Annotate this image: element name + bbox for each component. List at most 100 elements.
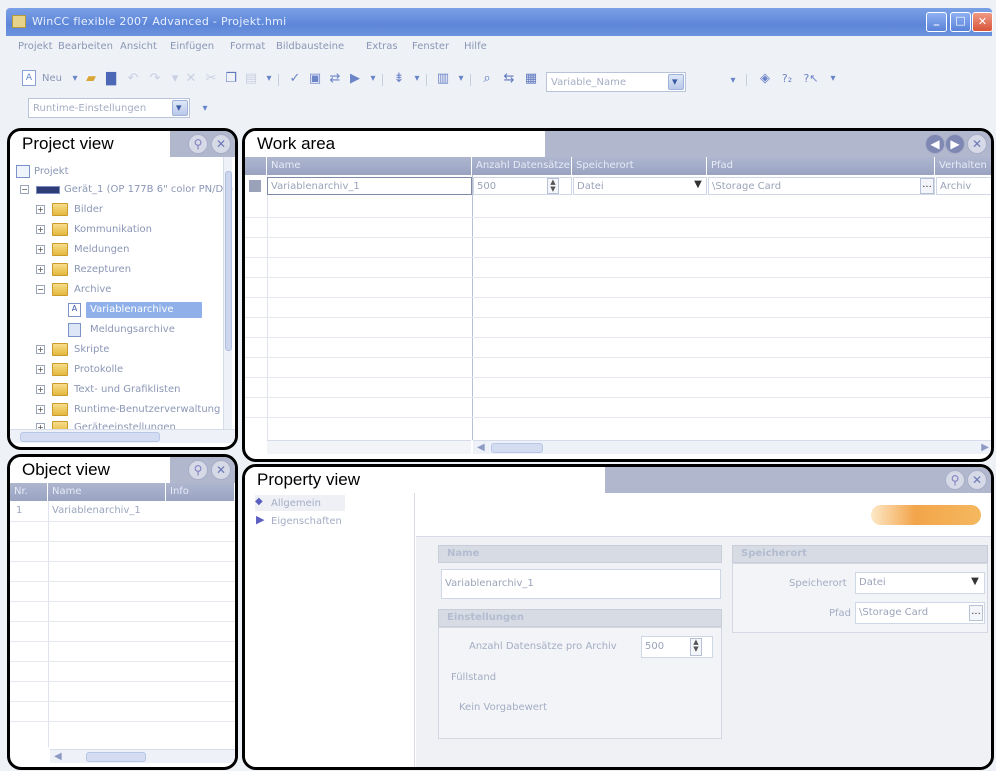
close-icon[interactable]: ✕ xyxy=(967,470,987,490)
tree-item[interactable]: Meldungsarchive xyxy=(10,321,220,339)
path-input[interactable]: \Storage Card ... xyxy=(855,602,985,624)
help-content-icon[interactable]: ◈ xyxy=(756,70,774,88)
column-header-name[interactable]: Name xyxy=(267,157,472,175)
scroll-thumb[interactable] xyxy=(225,171,232,351)
runtime-icon[interactable]: ▶ xyxy=(346,70,364,88)
tree-item[interactable]: + Skripte xyxy=(10,341,220,359)
combo-extra-dropdown-icon[interactable]: ▾ xyxy=(724,72,742,90)
column-header-storage[interactable]: Speicherort xyxy=(572,157,707,175)
tree-item[interactable]: + Meldungen xyxy=(10,241,220,259)
close-icon[interactable]: ✕ xyxy=(211,460,231,480)
pin-icon[interactable]: ⚲ xyxy=(188,134,208,154)
maximize-button[interactable] xyxy=(950,12,971,32)
next-icon[interactable]: ▶ xyxy=(945,134,965,154)
work-area-hscrollbar[interactable]: ◀ ▶ xyxy=(473,440,991,454)
menu-extras[interactable]: Extras xyxy=(366,41,398,52)
menu-einfuegen[interactable]: Einfügen xyxy=(170,41,214,52)
copy-icon[interactable]: ❐ xyxy=(222,70,240,88)
collapse-icon[interactable]: − xyxy=(36,285,45,294)
compile-icon[interactable]: ▣ xyxy=(306,70,324,88)
pin-icon[interactable]: ⚲ xyxy=(945,470,965,490)
spinner-icon[interactable]: ▲ ▼ xyxy=(547,178,559,194)
menu-bearbeiten[interactable]: Bearbeiten xyxy=(58,41,113,52)
spinner-icon[interactable]: ▲ ▼ xyxy=(690,638,702,656)
column-header-restart[interactable]: Verhalten bei Neustart xyxy=(935,157,991,175)
menu-projekt[interactable]: Projekt xyxy=(18,41,53,52)
tree-item[interactable]: + Bilder xyxy=(10,201,220,219)
menu-format[interactable]: Format xyxy=(230,41,265,52)
new-document-icon[interactable]: A xyxy=(22,70,36,86)
close-icon[interactable]: ✕ xyxy=(967,134,987,154)
cell-name[interactable]: Variablenarchiv_1 xyxy=(267,177,472,195)
runtime-dropdown-icon[interactable]: ▾ xyxy=(364,70,382,88)
chevron-down-icon[interactable] xyxy=(172,100,188,116)
menu-bildbausteine[interactable]: Bildbausteine xyxy=(276,41,344,52)
help-dropdown-icon[interactable]: ▾ xyxy=(824,70,842,88)
align-icon[interactable]: ⇟ xyxy=(390,70,408,88)
name-input[interactable]: Variablenarchiv_1 xyxy=(441,569,721,599)
tree-device[interactable]: − Gerät_1 (OP 177B 6" color PN/DP) xyxy=(10,181,233,199)
expand-icon[interactable]: + xyxy=(36,385,45,394)
cut-icon[interactable]: ✂ xyxy=(202,70,220,88)
menu-ansicht[interactable]: Ansicht xyxy=(120,41,157,52)
pin-icon[interactable]: ⚲ xyxy=(188,460,208,480)
tree-root[interactable]: Projekt xyxy=(10,163,220,181)
save-icon[interactable]: ▇ xyxy=(102,70,120,88)
scroll-left-icon[interactable]: ◀ xyxy=(54,751,62,762)
align-dropdown-icon[interactable]: ▾ xyxy=(408,70,426,88)
transfer-icon[interactable]: ⇄ xyxy=(326,70,344,88)
object-combo[interactable]: Variable_Name xyxy=(546,72,686,92)
help-icon[interactable]: ?₂ xyxy=(778,70,796,88)
scroll-right-icon[interactable]: ▶ xyxy=(981,442,989,453)
tree-item[interactable]: − Archive xyxy=(10,281,220,299)
tree-item[interactable]: + Runtime-Benutzerverwaltung xyxy=(10,401,220,419)
replace-icon[interactable]: ⇆ xyxy=(500,70,518,88)
column-header-info[interactable]: Info xyxy=(166,483,235,501)
undo-icon[interactable]: ↶ xyxy=(124,70,142,88)
close-icon[interactable]: ✕ xyxy=(211,134,231,154)
menu-hilfe[interactable]: Hilfe xyxy=(464,41,487,52)
records-input[interactable]: 500 ▲ ▼ xyxy=(641,636,713,658)
storage-select[interactable]: Datei ▼ xyxy=(855,572,985,594)
tree-item-selected[interactable]: A Variablenarchive xyxy=(10,301,220,319)
column-header-nr[interactable]: Nr. xyxy=(10,483,48,501)
expand-icon[interactable]: + xyxy=(36,205,45,214)
scroll-thumb[interactable] xyxy=(20,432,160,442)
column-header-count[interactable]: Anzahl Datensätze xyxy=(472,157,572,175)
collapse-icon[interactable]: − xyxy=(20,185,29,194)
cell-count[interactable]: 500 ▲ ▼ xyxy=(473,177,572,195)
tree-item[interactable]: + Text- und Grafiklisten xyxy=(10,381,220,399)
device-combo[interactable]: Runtime-Einstellungen xyxy=(28,98,190,118)
delete-icon[interactable]: ✕ xyxy=(182,70,200,88)
browse-icon[interactable]: ... xyxy=(969,605,983,621)
expand-icon[interactable]: + xyxy=(36,225,45,234)
property-tree-item-selected[interactable]: ◆ Allgemein xyxy=(255,495,345,511)
close-window-button[interactable] xyxy=(972,12,993,32)
paste-icon[interactable]: ▤ xyxy=(242,70,260,88)
expand-icon[interactable]: + xyxy=(36,345,45,354)
browse-icon[interactable]: ... xyxy=(920,178,934,194)
cell-storage[interactable]: Datei ▼ xyxy=(573,177,707,195)
device-extra-dropdown-icon[interactable]: ▾ xyxy=(196,100,214,118)
tree-item[interactable]: + Rezepturen xyxy=(10,261,220,279)
language-icon[interactable]: ▥ xyxy=(434,70,452,88)
scroll-left-icon[interactable]: ◀ xyxy=(477,442,485,453)
minimize-button[interactable] xyxy=(926,12,947,32)
menu-fenster[interactable]: Fenster xyxy=(412,41,449,52)
table-row[interactable]: Variablenarchiv_1 500 ▲ ▼ Datei ▼ \Storag… xyxy=(245,175,991,197)
cross-reference-icon[interactable]: ▦ xyxy=(522,70,540,88)
cell-path[interactable]: \Storage Card ... xyxy=(708,177,935,195)
new-label[interactable]: Neu xyxy=(42,73,62,84)
language-dropdown-icon[interactable]: ▾ xyxy=(452,70,470,88)
column-header-path[interactable]: Pfad xyxy=(707,157,935,175)
column-header-name[interactable]: Name xyxy=(48,483,166,501)
redo-icon[interactable]: ↷ xyxy=(146,70,164,88)
project-tree-vscrollbar[interactable] xyxy=(223,157,232,429)
chevron-down-icon[interactable] xyxy=(668,74,684,90)
row-selector[interactable] xyxy=(249,180,261,192)
expand-icon[interactable]: + xyxy=(36,405,45,414)
scroll-thumb[interactable] xyxy=(491,443,543,453)
open-folder-icon[interactable]: ▰ xyxy=(82,70,100,88)
chevron-down-icon[interactable]: ▼ xyxy=(692,179,704,193)
expand-arrow-icon[interactable]: ▶ xyxy=(256,513,264,526)
